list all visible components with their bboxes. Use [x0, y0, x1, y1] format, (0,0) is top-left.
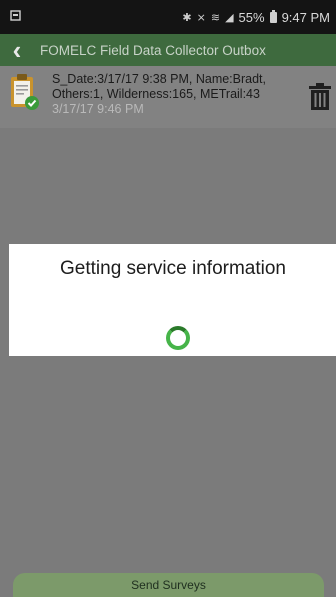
battery-percent: 55% — [238, 9, 265, 25]
send-surveys-button[interactable]: Send Surveys — [13, 573, 324, 597]
battery-icon — [269, 9, 277, 23]
mute-icon: ⨯ — [196, 11, 206, 24]
loading-dialog: Getting service information — [9, 244, 336, 356]
status-bar: ✱ ⨯ ≋ ◢ 55% 9:47 PM — [0, 0, 336, 34]
wifi-icon: ≋ — [210, 11, 221, 24]
trash-icon[interactable] — [307, 82, 333, 112]
dialog-message: Getting service information — [60, 258, 286, 279]
list-item[interactable]: S_Date:3/17/17 9:38 PM, Name:Bradt, Othe… — [0, 66, 336, 128]
clipboard-check-icon — [10, 72, 40, 112]
bluetooth-icon: ✱ — [182, 11, 192, 24]
notification-icon — [10, 10, 21, 24]
back-button[interactable]: ‹ — [0, 34, 34, 66]
outbox-item-text: S_Date:3/17/17 9:38 PM, Name:Bradt, Othe… — [52, 72, 302, 117]
status-time: 9:47 PM — [281, 9, 330, 25]
app-bar: ‹ FOMELC Field Data Collector Outbox — [0, 34, 336, 66]
loading-spinner-icon — [166, 326, 190, 350]
page-title: FOMELC Field Data Collector Outbox — [40, 42, 266, 58]
signal-icon: ◢ — [225, 11, 234, 24]
outbox-item-date: 3/17/17 9:46 PM — [52, 102, 144, 116]
chevron-left-icon: ‹ — [12, 35, 22, 65]
outbox-item-summary: S_Date:3/17/17 9:38 PM, Name:Bradt, Othe… — [52, 72, 267, 101]
